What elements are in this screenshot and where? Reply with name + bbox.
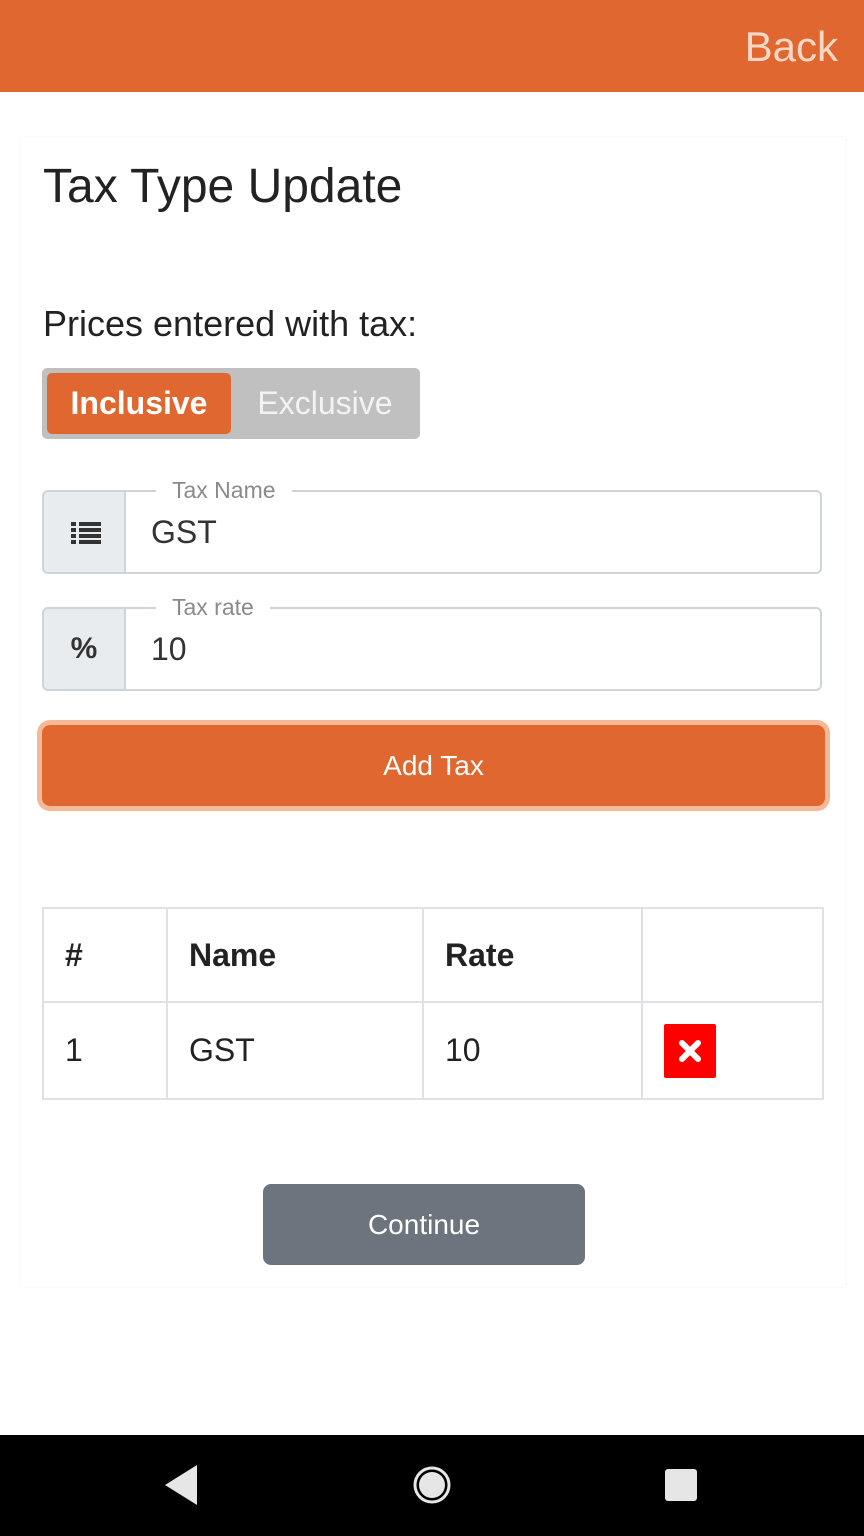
tax-type-card: Tax Type Update Prices entered with tax:… bbox=[21, 137, 845, 1287]
delete-tax-button[interactable] bbox=[664, 1023, 716, 1078]
tax-name-addon bbox=[42, 490, 126, 574]
toggle-inclusive-option[interactable]: Inclusive bbox=[47, 373, 231, 434]
system-nav-bar bbox=[0, 1435, 864, 1536]
tax-rate-input[interactable]: Tax rate 10 bbox=[124, 593, 822, 691]
page-title: Tax Type Update bbox=[43, 160, 403, 213]
tax-name-label: Tax Name bbox=[156, 476, 292, 504]
table-header-row: # Name Rate bbox=[42, 907, 824, 1003]
list-icon bbox=[71, 522, 101, 544]
app-header: Back bbox=[0, 0, 864, 92]
tax-mode-toggle: Inclusive Exclusive bbox=[42, 368, 420, 439]
tax-table: # Name Rate 1 GST 10 bbox=[42, 907, 824, 1100]
back-triangle-icon[interactable] bbox=[163, 1463, 199, 1507]
tax-rate-group: % Tax rate 10 bbox=[42, 593, 824, 691]
tax-rate-addon: % bbox=[42, 607, 126, 691]
continue-button[interactable]: Continue bbox=[263, 1184, 585, 1265]
home-circle-icon[interactable] bbox=[412, 1465, 452, 1505]
row-name-cell: GST bbox=[166, 1001, 424, 1100]
toggle-exclusive-option[interactable]: Exclusive bbox=[235, 373, 415, 434]
tax-name-input[interactable]: Tax Name GST bbox=[124, 476, 822, 574]
col-header-name: Name bbox=[166, 907, 424, 1003]
col-header-number: # bbox=[42, 907, 168, 1003]
tax-name-value: GST bbox=[151, 514, 217, 550]
col-header-rate: Rate bbox=[422, 907, 643, 1003]
row-number-cell: 1 bbox=[42, 1001, 168, 1100]
table-row: 1 GST 10 bbox=[42, 1001, 824, 1100]
prices-entered-label: Prices entered with tax: bbox=[43, 303, 418, 344]
tax-name-group: Tax Name GST bbox=[42, 476, 824, 574]
percent-icon: % bbox=[70, 632, 98, 665]
col-header-action bbox=[641, 907, 824, 1003]
back-link[interactable]: Back bbox=[745, 22, 838, 72]
add-tax-button[interactable]: Add Tax bbox=[42, 725, 825, 806]
row-rate-cell: 10 bbox=[422, 1001, 643, 1100]
tax-rate-value: 10 bbox=[151, 631, 187, 667]
recents-square-icon[interactable] bbox=[664, 1468, 698, 1502]
row-action-cell bbox=[641, 1001, 824, 1100]
tax-rate-label: Tax rate bbox=[156, 593, 270, 621]
delete-icon bbox=[679, 1039, 701, 1062]
